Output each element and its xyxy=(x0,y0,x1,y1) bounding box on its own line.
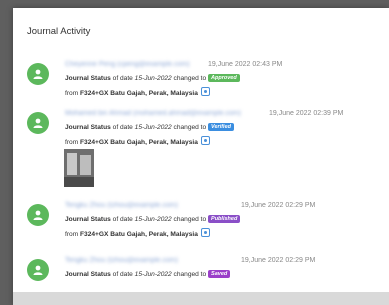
map-pin-icon[interactable] xyxy=(200,228,210,237)
changed-to-text: changed to xyxy=(173,216,207,223)
user-link[interactable]: Tengku Zhou (tzhou@example.com) xyxy=(65,202,178,209)
user-avatar-icon[interactable] xyxy=(27,63,49,85)
status-line: Journal Status of date 15-Jun-2022 chang… xyxy=(65,215,241,223)
status-badge: Approved xyxy=(208,74,240,82)
timestamp: 19,June 2022 02:29 PM xyxy=(241,257,316,264)
user-line: Cheyenne Peng (cpeng@example.com) xyxy=(65,61,190,73)
status-badge: Saved xyxy=(208,270,231,278)
user-link[interactable]: Tengku Zhou (tzhou@example.com) xyxy=(65,257,178,264)
journal-status-label: Journal Status xyxy=(65,124,111,131)
of-date-text: of date xyxy=(112,216,133,223)
timestamp: 19,June 2022 02:43 PM xyxy=(208,61,283,68)
journal-date: 15-Jun-2022 xyxy=(134,124,172,131)
journal-status-label: Journal Status xyxy=(65,75,111,82)
user-avatar-icon[interactable] xyxy=(27,204,49,226)
from-text: from xyxy=(65,231,79,238)
status-line: Journal Status of date 15-Jun-2022 chang… xyxy=(65,123,235,131)
user-line: Tengku Zhou (tzhou@example.com) xyxy=(65,202,178,214)
user-link[interactable]: Cheyenne Peng (cpeng@example.com) xyxy=(65,61,190,68)
of-date-text: of date xyxy=(112,271,133,278)
user-line: Tengku Zhou (tzhou@example.com) xyxy=(65,257,178,269)
journal-date: 15-Jun-2022 xyxy=(134,271,172,278)
map-pin-icon[interactable] xyxy=(200,136,210,145)
of-date-text: of date xyxy=(112,75,133,82)
changed-to-text: changed to xyxy=(173,271,207,278)
map-pin-icon[interactable] xyxy=(200,87,210,96)
location-line: from F324+GX Batu Gajah, Perak, Malaysia xyxy=(65,87,210,97)
panel-title: Journal Activity xyxy=(27,26,91,37)
changed-to-text: changed to xyxy=(173,124,207,131)
status-badge: Published xyxy=(208,215,241,223)
user-link[interactable]: Mohamed bin Ahmad (mohamed.ahmad@example… xyxy=(65,110,241,117)
journal-activity-panel: Journal Activity Cheyenne Peng (cpeng@ex… xyxy=(13,8,389,305)
of-date-text: of date xyxy=(112,124,133,131)
user-avatar-icon[interactable] xyxy=(27,112,49,134)
location-line: from F324+GX Batu Gajah, Perak, Malaysia xyxy=(65,136,210,146)
timestamp: 19,June 2022 02:39 PM xyxy=(269,110,344,117)
status-line: Journal Status of date 15-Jun-2022 chang… xyxy=(65,74,240,82)
location-text: F324+GX Batu Gajah, Perak, Malaysia xyxy=(80,139,198,146)
journal-status-label: Journal Status xyxy=(65,216,111,223)
status-badge: Verified xyxy=(208,123,235,131)
changed-to-text: changed to xyxy=(173,75,207,82)
location-text: F324+GX Batu Gajah, Perak, Malaysia xyxy=(80,90,198,97)
user-line: Mohamed bin Ahmad (mohamed.ahmad@example… xyxy=(65,110,241,122)
location-line: from F324+GX Batu Gajah, Perak, Malaysia xyxy=(65,228,210,238)
attachment-thumbnail[interactable] xyxy=(64,149,94,187)
from-text: from xyxy=(65,90,79,97)
timestamp: 19,June 2022 02:29 PM xyxy=(241,202,316,209)
from-text: from xyxy=(65,139,79,146)
page-footer-strip xyxy=(13,292,389,305)
journal-date: 15-Jun-2022 xyxy=(134,75,172,82)
status-line: Journal Status of date 15-Jun-2022 chang… xyxy=(65,270,231,278)
journal-status-label: Journal Status xyxy=(65,271,111,278)
user-avatar-icon[interactable] xyxy=(27,259,49,281)
location-text: F324+GX Batu Gajah, Perak, Malaysia xyxy=(80,231,198,238)
journal-date: 15-Jun-2022 xyxy=(134,216,172,223)
